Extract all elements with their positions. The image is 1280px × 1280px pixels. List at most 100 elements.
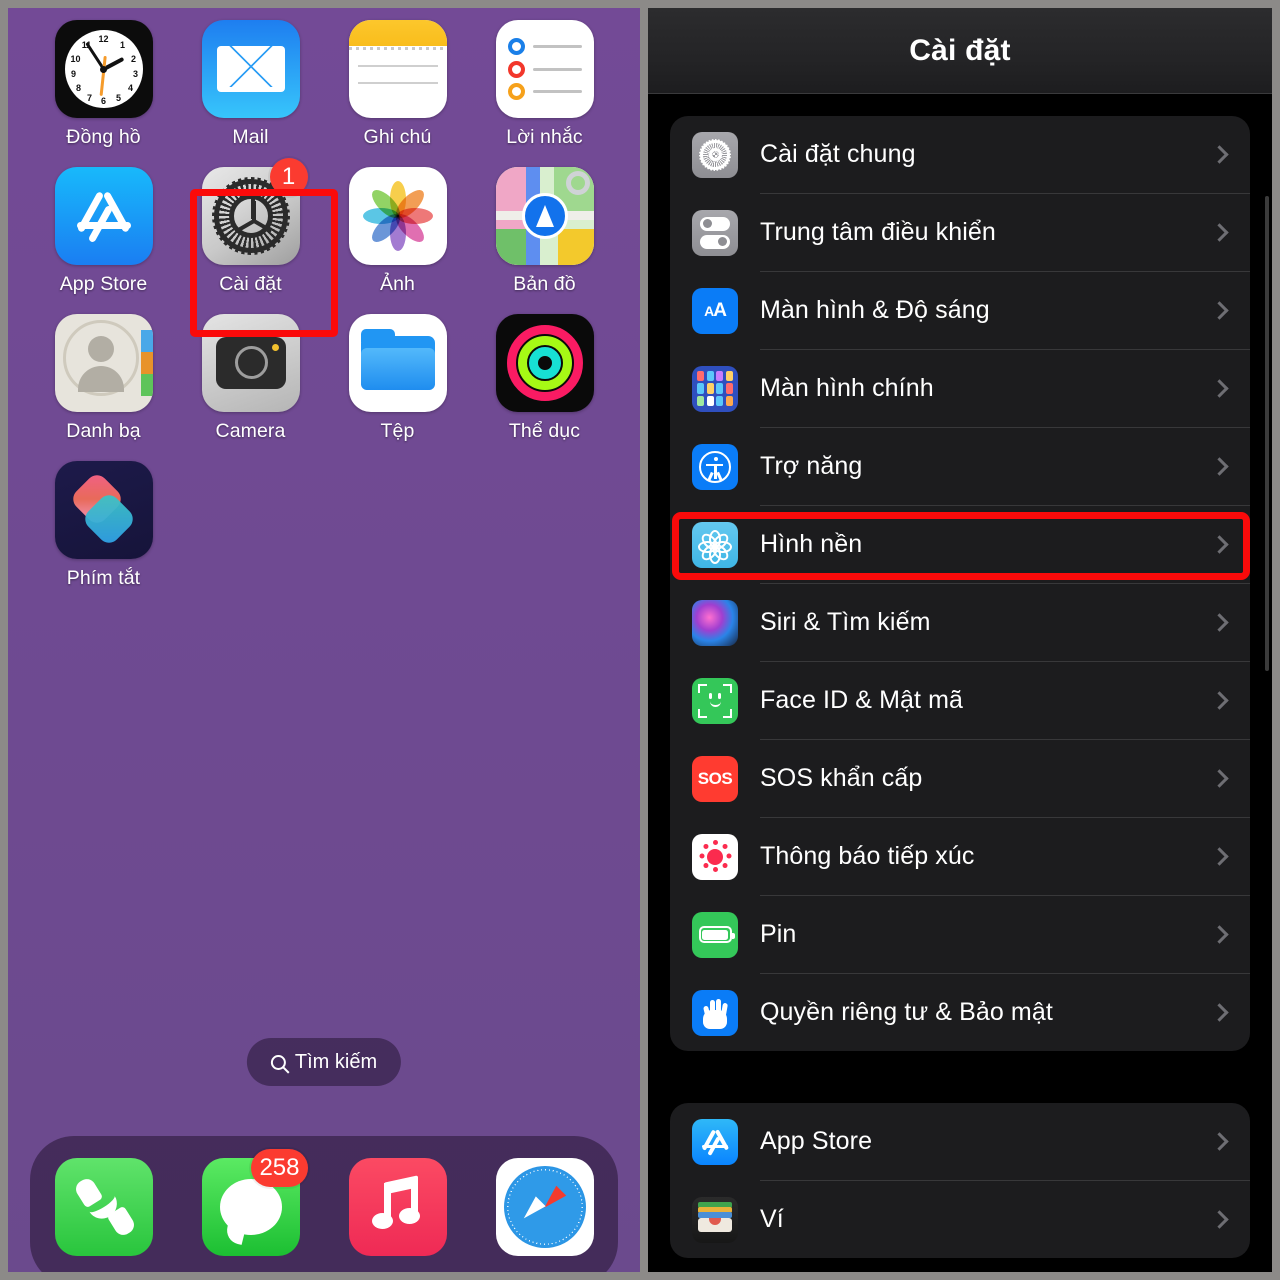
- clock-icon: 12 1 2 3 4 5 6 7 8 9 10 11: [54, 20, 153, 118]
- settings-row-exposure-notifications[interactable]: Thông báo tiếp xúc: [670, 818, 1250, 895]
- scrollbar[interactable]: [1265, 196, 1269, 671]
- row-label: Trung tâm điều khiển: [760, 218, 996, 246]
- app-icon-shortcuts[interactable]: Phím tắt: [30, 461, 177, 590]
- app-label: Cài đặt: [219, 273, 282, 295]
- chevron-right-icon: [1210, 223, 1229, 242]
- dock-item-safari[interactable]: [495, 1158, 594, 1256]
- settings-row-emergency-sos[interactable]: SOS SOS khẩn cấp: [670, 740, 1250, 817]
- shortcuts-icon: [54, 461, 153, 559]
- display-brightness-icon: AA: [692, 287, 738, 334]
- navigation-bar: Cài đặt: [648, 8, 1272, 94]
- chevron-right-icon: [1210, 925, 1229, 944]
- chevron-right-icon: [1210, 535, 1229, 554]
- row-label: Siri & Tìm kiếm: [760, 608, 931, 636]
- row-label: Quyền riêng tư & Bảo mật: [760, 998, 1053, 1026]
- row-label: Màn hình chính: [760, 374, 934, 402]
- settings-row-control-center[interactable]: Trung tâm điều khiển: [670, 194, 1250, 271]
- notes-icon: [348, 20, 447, 118]
- chevron-right-icon: [1210, 379, 1229, 398]
- settings-row-face-id-passcode[interactable]: Face ID & Mật mã: [670, 662, 1250, 739]
- privacy-hand-icon: [692, 989, 738, 1036]
- ios-home-screen: 12 1 2 3 4 5 6 7 8 9 10 11: [8, 8, 640, 1272]
- wallpaper-icon: [692, 521, 738, 568]
- row-label: Pin: [760, 920, 797, 948]
- row-label: Ví: [760, 1205, 784, 1233]
- chevron-right-icon: [1210, 1003, 1229, 1022]
- app-label: Đồng hồ: [66, 126, 141, 148]
- screenshot-stage: 12 1 2 3 4 5 6 7 8 9 10 11: [0, 0, 1280, 1280]
- chevron-right-icon: [1210, 847, 1229, 866]
- phone-handset-icon: [54, 1158, 153, 1256]
- app-label: Phím tắt: [66, 567, 141, 589]
- row-label: Hình nền: [760, 530, 863, 558]
- settings-row-general[interactable]: Cài đặt chung: [670, 116, 1250, 193]
- app-label: Thể dục: [508, 420, 581, 442]
- settings-row-display-brightness[interactable]: AA Màn hình & Độ sáng: [670, 272, 1250, 349]
- settings-row-battery[interactable]: Pin: [670, 896, 1250, 973]
- app-icon-settings[interactable]: 1 Cài đặt: [177, 158, 324, 296]
- app-icon-clock[interactable]: 12 1 2 3 4 5 6 7 8 9 10 11: [30, 20, 177, 149]
- search-button[interactable]: Tìm kiếm: [246, 1038, 402, 1086]
- settings-row-wallpaper[interactable]: Hình nền: [670, 506, 1250, 583]
- control-center-icon: [692, 209, 738, 256]
- app-icon-fitness[interactable]: Thể dục: [471, 314, 618, 443]
- app-icon-app-store[interactable]: App Store: [30, 167, 177, 296]
- settings-row-siri-search[interactable]: Siri & Tìm kiếm: [670, 584, 1250, 661]
- files-folder-icon: [348, 314, 447, 412]
- settings-row-privacy-security[interactable]: Quyền riêng tư & Bảo mật: [670, 974, 1250, 1051]
- chevron-right-icon: [1210, 145, 1229, 164]
- settings-app-screen: Cài đặt Cài đặt chung Trung tâm điều khi…: [648, 8, 1272, 1272]
- dock: 258: [30, 1136, 618, 1272]
- chevron-right-icon: [1210, 457, 1229, 476]
- notification-badge: 1: [269, 158, 308, 196]
- app-store-icon: [692, 1118, 738, 1165]
- chevron-right-icon: [1210, 301, 1229, 320]
- app-label: App Store: [59, 273, 148, 295]
- app-label: Ảnh: [380, 273, 415, 295]
- app-label: Tệp: [380, 420, 415, 442]
- chevron-right-icon: [1210, 691, 1229, 710]
- siri-icon: [692, 599, 738, 646]
- settings-list: Cài đặt chung Trung tâm điều khiển AA Mà…: [648, 94, 1272, 1258]
- chevron-right-icon: [1210, 1210, 1229, 1229]
- settings-row-home-screen[interactable]: Màn hình chính: [670, 350, 1250, 427]
- app-label: Ghi chú: [363, 126, 432, 148]
- app-icon-reminders[interactable]: Lời nhắc: [471, 20, 618, 149]
- app-icon-notes[interactable]: Ghi chú: [324, 20, 471, 149]
- app-icon-camera[interactable]: Camera: [177, 314, 324, 443]
- settings-group-main: Cài đặt chung Trung tâm điều khiển AA Mà…: [670, 116, 1250, 1051]
- app-label: Lời nhắc: [506, 126, 583, 148]
- dock-item-music[interactable]: [348, 1158, 447, 1256]
- photos-icon: [348, 167, 447, 265]
- messages-badge: 258: [251, 1149, 308, 1187]
- search-icon: [270, 1054, 286, 1070]
- chevron-right-icon: [1210, 769, 1229, 788]
- settings-row-app-store[interactable]: App Store: [670, 1103, 1250, 1180]
- exposure-notification-icon: [692, 833, 738, 880]
- app-store-icon: [54, 167, 153, 265]
- app-grid: 12 1 2 3 4 5 6 7 8 9 10 11: [8, 20, 640, 590]
- fitness-rings-icon: [495, 314, 594, 412]
- app-icon-files[interactable]: Tệp: [324, 314, 471, 443]
- contacts-icon: [54, 314, 153, 412]
- mail-icon: [201, 20, 300, 118]
- app-icon-contacts[interactable]: Danh bạ: [30, 314, 177, 443]
- settings-gear-icon: 1: [201, 158, 308, 265]
- row-label: SOS khẩn cấp: [760, 764, 923, 792]
- app-icon-photos[interactable]: Ảnh: [324, 167, 471, 296]
- settings-row-accessibility[interactable]: Trợ năng: [670, 428, 1250, 505]
- face-id-icon: [692, 677, 738, 724]
- search-label: Tìm kiếm: [294, 1050, 378, 1073]
- page-title: Cài đặt: [909, 33, 1011, 67]
- settings-row-wallet[interactable]: Ví: [670, 1181, 1250, 1258]
- home-screen-icon: [692, 365, 738, 412]
- row-label: Cài đặt chung: [760, 140, 916, 168]
- music-note-icon: [348, 1158, 447, 1256]
- app-icon-mail[interactable]: Mail: [177, 20, 324, 149]
- dock-item-phone[interactable]: [54, 1158, 153, 1256]
- app-icon-maps[interactable]: Bản đồ: [471, 167, 618, 296]
- safari-compass-icon: [495, 1158, 594, 1256]
- dock-item-messages[interactable]: 258: [201, 1149, 308, 1256]
- row-label: Face ID & Mật mã: [760, 686, 964, 714]
- chevron-right-icon: [1210, 1132, 1229, 1151]
